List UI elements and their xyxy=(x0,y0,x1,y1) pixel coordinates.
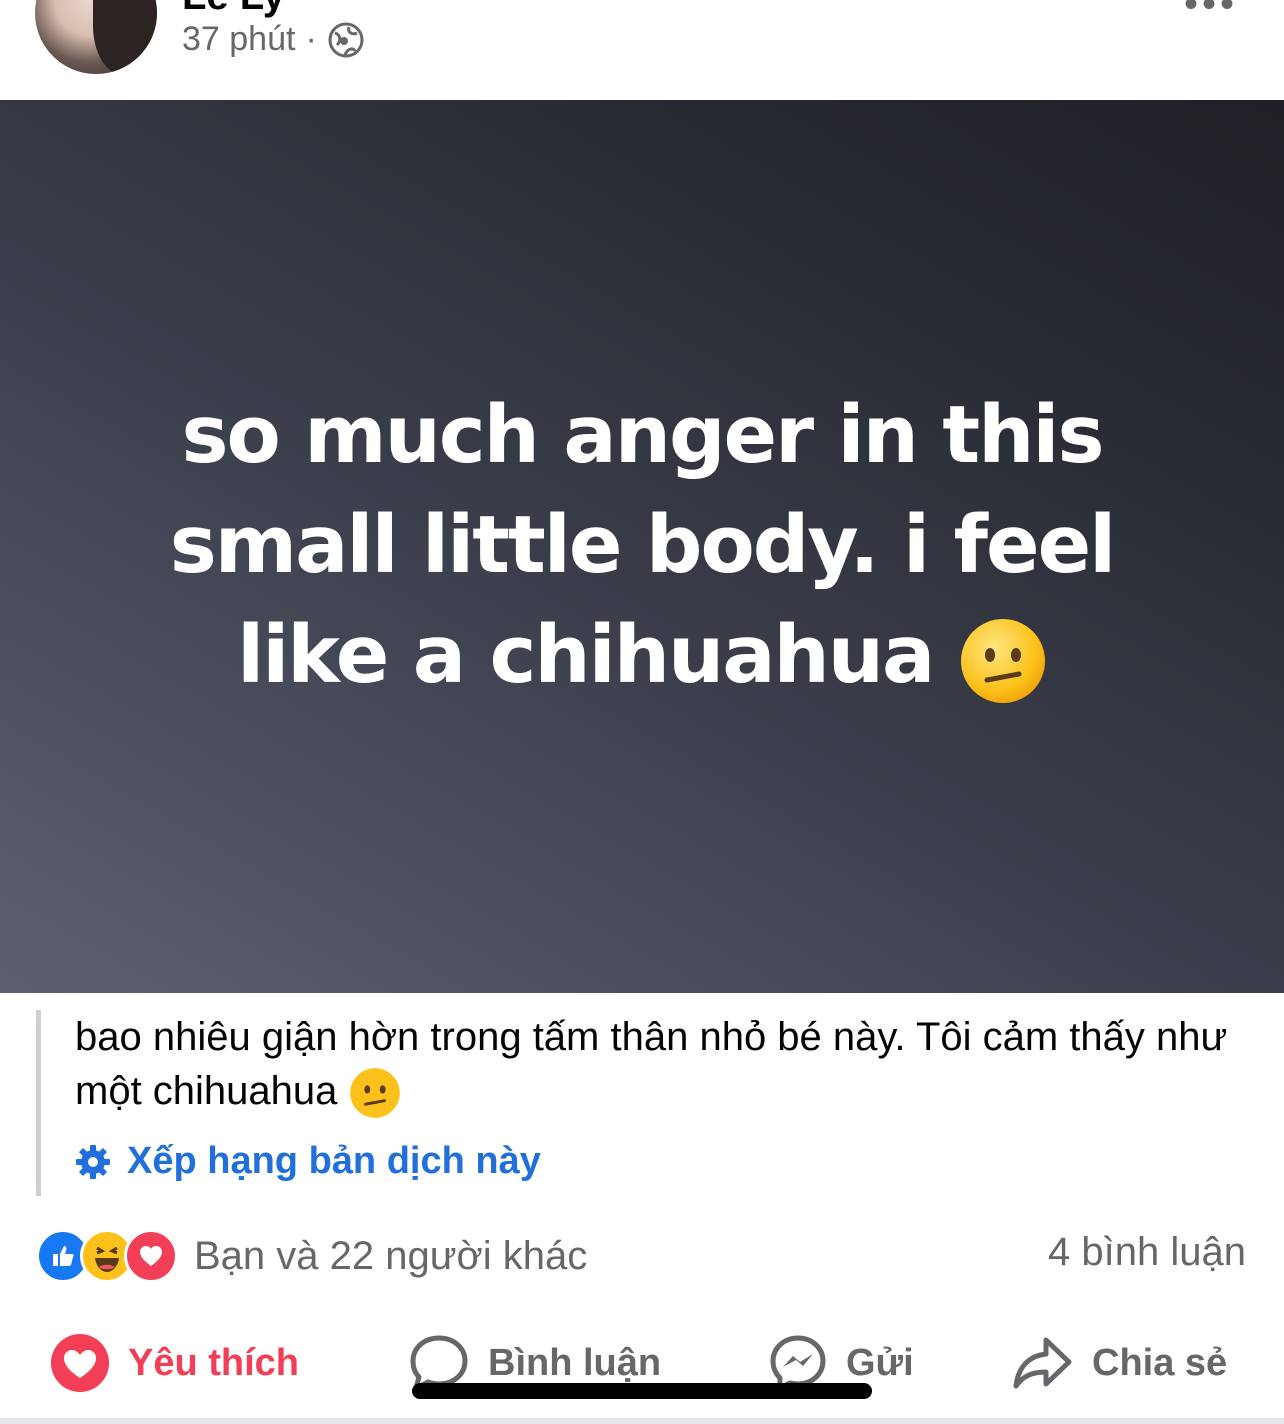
post-header: Lê Ly ••• 37 phút · xyxy=(0,0,1284,100)
rate-translation-label: Xếp hạng bản dịch này xyxy=(127,1140,541,1182)
gear-icon xyxy=(76,1144,110,1179)
comment-label: Bình luận xyxy=(488,1341,662,1384)
share-label: Chia sẻ xyxy=(1092,1341,1228,1384)
more-options-button[interactable]: ••• xyxy=(1184,0,1238,27)
meta-separator: · xyxy=(305,20,317,58)
divider xyxy=(0,1418,1284,1424)
post-image-text: so much anger in this small little body.… xyxy=(140,380,1144,710)
confused-face-emoji xyxy=(960,618,1045,703)
share-icon xyxy=(1013,1337,1072,1389)
post-time[interactable]: 37 phút xyxy=(182,20,295,59)
confused-face-emoji xyxy=(349,1068,400,1119)
rate-translation-link[interactable]: Xếp hạng bản dịch này xyxy=(75,1140,541,1183)
author-avatar[interactable] xyxy=(35,0,157,74)
post-meta: 37 phút · xyxy=(182,20,365,59)
home-indicator[interactable] xyxy=(412,1383,872,1399)
like-label: Yêu thích xyxy=(128,1341,300,1384)
like-button[interactable]: Yêu thích xyxy=(50,1318,299,1408)
globe-icon[interactable] xyxy=(327,21,365,59)
post-image[interactable]: so much anger in this small little body.… xyxy=(0,100,1284,993)
share-button[interactable]: Chia sẻ xyxy=(1012,1318,1227,1408)
translation-text-content: bao nhiêu giận hờn trong tấm thân nhỏ bé… xyxy=(75,1015,1228,1113)
love-reaction-icon xyxy=(124,1229,178,1283)
translation-block: bao nhiêu giận hờn trong tấm thân nhỏ bé… xyxy=(36,1010,1251,1196)
author-name[interactable]: Lê Ly xyxy=(182,0,285,19)
reactions-summary[interactable]: Bạn và 22 người khác xyxy=(36,1226,587,1286)
comments-count[interactable]: 4 bình luận xyxy=(1048,1230,1246,1275)
send-label: Gửi xyxy=(846,1341,914,1384)
love-reaction-icon xyxy=(51,1334,109,1392)
reactions-count-text[interactable]: Bạn và 22 người khác xyxy=(194,1234,587,1279)
translation-text: bao nhiêu giận hờn trong tấm thân nhỏ bé… xyxy=(75,1010,1245,1119)
